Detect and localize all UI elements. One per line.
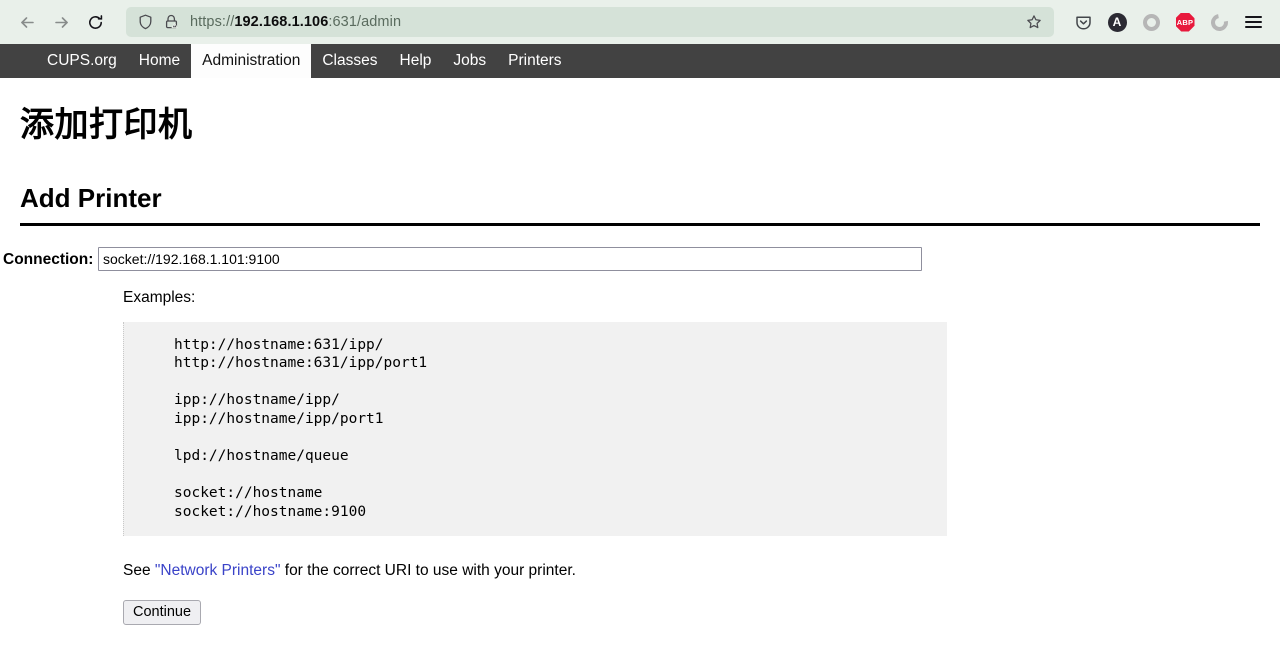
- partial-ring-shape: [1207, 10, 1231, 34]
- bookmark-star-icon[interactable]: [1020, 9, 1048, 35]
- adblock-plus-icon[interactable]: ABP: [1168, 7, 1202, 37]
- title-divider: [20, 222, 1260, 226]
- continue-button[interactable]: Continue: [123, 599, 202, 625]
- back-arrow-icon: [19, 14, 36, 31]
- page-content: 添加打印机 Add Printer Connection: Examples: …: [0, 104, 1280, 625]
- network-printers-note: See "Network Printers" for the correct U…: [123, 562, 1260, 580]
- shield-icon[interactable]: [132, 9, 158, 35]
- network-printers-link[interactable]: "Network Printers": [155, 562, 281, 579]
- nav-item-classes[interactable]: Classes: [311, 44, 388, 78]
- reload-icon: [87, 14, 104, 31]
- page-title-chinese: 添加打印机: [20, 106, 193, 144]
- extension-partial-ring-icon[interactable]: [1202, 7, 1236, 37]
- examples-box: http://hostname:631/ipp/ http://hostname…: [123, 321, 947, 536]
- hamburger-bars: [1244, 16, 1262, 28]
- adblock-plus-label: ABP: [1175, 12, 1195, 32]
- see-suffix: for the correct URI to use with your pri…: [280, 561, 576, 579]
- connection-input[interactable]: [98, 246, 922, 271]
- account-icon[interactable]: A: [1100, 7, 1134, 37]
- nav-item-cups-org[interactable]: CUPS.org: [36, 44, 128, 78]
- page-title: Add Printer: [20, 182, 162, 213]
- ring-shape: [1142, 13, 1160, 31]
- reload-button[interactable]: [78, 7, 112, 37]
- back-button[interactable]: [10, 7, 44, 37]
- forward-button[interactable]: [44, 7, 78, 37]
- hamburger-menu-icon[interactable]: [1236, 7, 1270, 37]
- nav-item-administration[interactable]: Administration: [191, 44, 312, 78]
- lock-warning-icon[interactable]: [158, 9, 184, 35]
- connection-label: Connection:: [3, 250, 94, 268]
- url-bar[interactable]: https://192.168.1.106:631/admin: [126, 7, 1054, 37]
- nav-item-help[interactable]: Help: [389, 44, 443, 78]
- url-text[interactable]: https://192.168.1.106:631/admin: [184, 14, 1020, 30]
- nav-item-jobs[interactable]: Jobs: [442, 44, 497, 78]
- toolbar-extensions: A ABP: [1066, 7, 1270, 37]
- cups-navigation: CUPS.org Home Administration Classes Hel…: [0, 44, 1280, 78]
- url-path: :631/admin: [328, 14, 402, 30]
- examples-label: Examples:: [123, 288, 196, 306]
- url-scheme: https://: [190, 14, 235, 30]
- account-initial: A: [1107, 12, 1127, 32]
- examples-text: http://hostname:631/ipp/ http://hostname…: [174, 336, 428, 521]
- nav-item-home[interactable]: Home: [128, 44, 191, 78]
- pocket-icon[interactable]: [1066, 7, 1100, 37]
- browser-toolbar: https://192.168.1.106:631/admin A ABP: [0, 0, 1280, 44]
- nav-item-printers[interactable]: Printers: [497, 44, 572, 78]
- forward-arrow-icon: [53, 14, 70, 31]
- see-prefix: See: [123, 561, 155, 579]
- connection-row: Connection:: [3, 246, 1260, 271]
- url-host: 192.168.1.106: [234, 14, 329, 30]
- extension-ring-icon[interactable]: [1134, 7, 1168, 37]
